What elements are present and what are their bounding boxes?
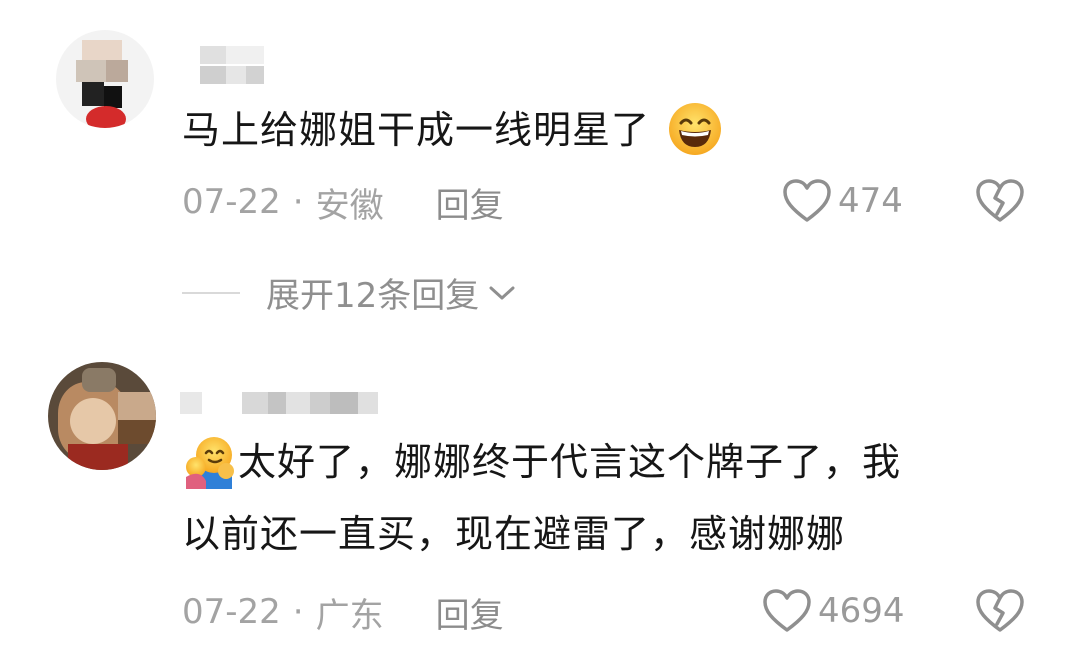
comment-text-line-2: 以前还一直买，现在避雷了，感谢娜娜 <box>182 512 846 556</box>
comment-1: 马上给娜姐干成一线明星了 07-22 · 安徽 回复 474 展开12条回复 <box>0 0 1080 330</box>
reply-button[interactable]: 回复 <box>436 178 504 227</box>
comment-date: 07-22 <box>182 592 281 632</box>
expand-divider <box>182 291 240 294</box>
comment-2: 太好了，娜娜终于代言这个牌子了，我 以前还一直买，现在避雷了，感谢娜娜 07-2… <box>0 340 1080 666</box>
avatar[interactable] <box>48 362 156 470</box>
like-button[interactable]: 474 <box>782 176 903 226</box>
comment-meta: 07-22 · 安徽 回复 <box>182 178 504 227</box>
separator: · <box>292 592 304 632</box>
comment-date: 07-22 <box>182 182 281 222</box>
expand-replies-label: 展开12条回复 <box>266 276 480 316</box>
heart-outline-icon <box>763 589 811 632</box>
username-blurred[interactable] <box>180 392 384 414</box>
like-count: 4694 <box>818 591 905 631</box>
comment-text-line: 马上给娜姐干成一线明星了 <box>182 108 651 152</box>
like-button[interactable]: 4694 <box>762 586 905 636</box>
comment-text-line-1: 太好了，娜娜终于代言这个牌子了，我 <box>238 440 902 484</box>
heart-outline-icon <box>783 179 831 222</box>
broken-heart-icon[interactable] <box>975 588 1025 634</box>
comment-text: 马上给娜姐干成一线明星了 <box>182 94 723 166</box>
avatar[interactable] <box>56 30 154 128</box>
like-count: 474 <box>838 181 903 221</box>
reply-button[interactable]: 回复 <box>436 588 504 637</box>
username-blurred-row2 <box>200 66 264 84</box>
grinning-face-emoji <box>669 102 722 155</box>
broken-heart-icon[interactable] <box>975 178 1025 224</box>
expand-replies-button[interactable]: 展开12条回复 <box>182 268 517 317</box>
chevron-down-icon <box>489 286 515 299</box>
comment-location: 广东 <box>315 595 384 636</box>
comment-text: 太好了，娜娜终于代言这个牌子了，我 以前还一直买，现在避雷了，感谢娜娜 <box>182 426 901 570</box>
hugging-face-emoji <box>186 436 234 489</box>
comment-location: 安徽 <box>315 185 384 226</box>
separator: · <box>292 182 304 222</box>
comment-meta: 07-22 · 广东 回复 <box>182 588 504 637</box>
